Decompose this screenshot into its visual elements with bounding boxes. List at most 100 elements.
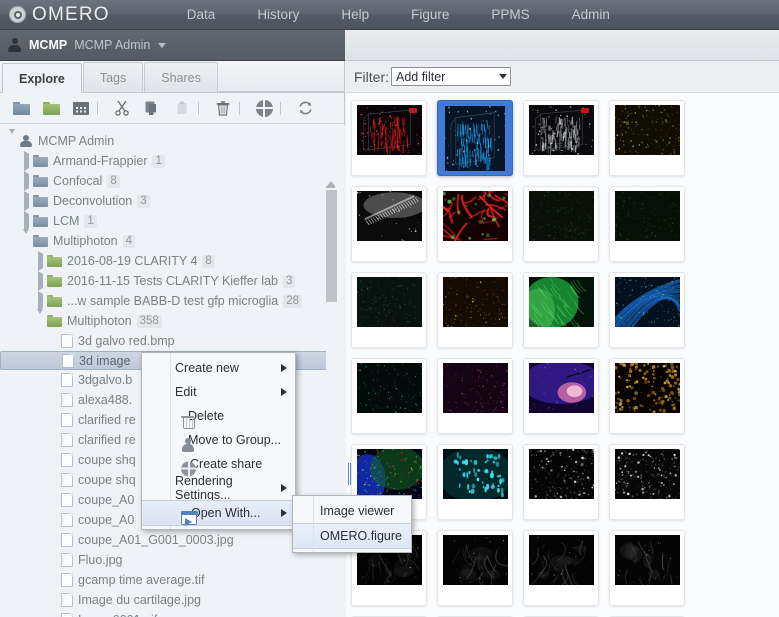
tree-expander-collapsed[interactable]	[34, 251, 47, 271]
thumbnail-image	[528, 191, 594, 241]
expand-arrow-icon[interactable]	[38, 251, 43, 271]
tree-item[interactable]: Fluo.jpg	[0, 550, 345, 570]
group-user-bar[interactable]: MCMP MCMP Admin	[0, 30, 345, 61]
chevron-down-icon[interactable]	[158, 42, 167, 48]
nav-item-data[interactable]: Data	[166, 0, 237, 30]
nav-item-admin[interactable]: Admin	[551, 0, 631, 30]
image-file-icon	[62, 353, 74, 368]
thumbnail-cell[interactable]	[523, 272, 599, 348]
tab-shares[interactable]: Shares	[144, 62, 218, 92]
thumbnail-cell[interactable]	[609, 444, 685, 520]
tree-item[interactable]: Image0001.oif	[0, 610, 345, 617]
thumbnail-cell[interactable]	[523, 358, 599, 434]
thumbnail-image	[614, 191, 680, 241]
tree-item[interactable]: ...w sample BABB-D test gfp microglia 28	[0, 291, 345, 311]
make-public-button[interactable]	[249, 95, 279, 121]
submenu-item-image-viewer[interactable]: Image viewer	[293, 499, 411, 523]
thumbnail-cell[interactable]	[351, 100, 427, 176]
submenu-item-omero-figure[interactable]: OMERO.figure	[293, 523, 411, 549]
tree-expander-expanded[interactable]	[6, 129, 19, 148]
tree-item[interactable]: 2016-08-19 CLARITY 4 8	[0, 251, 345, 271]
menu-item-move-to-group[interactable]: Move to Group...	[142, 428, 295, 452]
menu-label: Create new	[175, 361, 239, 375]
tree-item[interactable]: Multiphoton 4	[0, 229, 345, 251]
tree-item[interactable]: gcamp time average.tif	[0, 570, 345, 590]
tree-item[interactable]: Multiphoton 358	[0, 309, 345, 331]
tree-expander-expanded[interactable]	[20, 229, 33, 248]
tab-tags[interactable]: Tags	[82, 62, 144, 92]
thumbnail-cell[interactable]	[437, 272, 513, 348]
thumbnail-cell[interactable]	[437, 444, 513, 520]
scrollbar-thumb[interactable]	[326, 190, 337, 302]
thumbnail-cell[interactable]	[609, 186, 685, 262]
tree-item[interactable]: LCM 1	[0, 211, 345, 231]
tree-expander-collapsed[interactable]	[34, 291, 47, 311]
tree-expander-collapsed[interactable]	[34, 271, 47, 291]
thumbnail-cell[interactable]	[351, 186, 427, 262]
thumbnail-cell[interactable]	[437, 530, 513, 606]
nav-item-history[interactable]: History	[236, 0, 320, 30]
blue-folder-icon	[33, 175, 48, 187]
collapse-arrow-icon[interactable]	[9, 129, 15, 148]
thumbnail-cell[interactable]	[523, 100, 599, 176]
thumbnail-cell[interactable]	[523, 186, 599, 262]
nav-item-figure[interactable]: Figure	[390, 0, 470, 30]
thumbnail-cell[interactable]	[437, 358, 513, 434]
cut-button[interactable]	[107, 95, 137, 121]
image-file-icon	[61, 373, 73, 387]
tab-explore[interactable]: Explore	[2, 63, 82, 93]
thumbnail-cell[interactable]	[437, 186, 513, 262]
nav-item-help[interactable]: Help	[320, 0, 390, 30]
tree-expander-expanded[interactable]	[34, 309, 47, 328]
menu-item-rendering-settings[interactable]: Rendering Settings...	[142, 474, 295, 502]
thumbnail-cell[interactable]	[609, 358, 685, 434]
new-screen-button[interactable]	[66, 95, 96, 121]
thumbnail-cell[interactable]	[609, 530, 685, 606]
tree-expander-collapsed[interactable]	[20, 191, 33, 211]
expand-arrow-icon[interactable]	[24, 151, 29, 171]
collapse-arrow-icon[interactable]	[23, 229, 29, 248]
tree-expander-collapsed[interactable]	[20, 211, 33, 231]
new-project-button[interactable]	[6, 95, 36, 121]
expand-arrow-icon[interactable]	[38, 291, 43, 311]
expand-arrow-icon[interactable]	[38, 271, 43, 291]
expand-arrow-icon[interactable]	[24, 211, 29, 231]
context-menu[interactable]: Create new Edit Delete Move to Group... …	[141, 352, 296, 530]
filter-label: Filter:	[354, 68, 389, 85]
thumbnail-cell[interactable]	[609, 272, 685, 348]
menu-item-delete[interactable]: Delete	[142, 404, 295, 429]
tree-expander-collapsed[interactable]	[20, 151, 33, 171]
thumbnail-cell[interactable]	[609, 100, 685, 176]
menu-item-edit[interactable]: Edit	[142, 380, 295, 404]
delete-button[interactable]	[208, 95, 238, 121]
tree-item[interactable]: Image du cartilage.jpg	[0, 590, 345, 610]
thumbnail-cell[interactable]	[351, 358, 427, 434]
nav-item-ppms[interactable]: PPMS	[470, 0, 550, 30]
tree-item[interactable]: MCMP Admin	[0, 129, 345, 151]
menu-item-open-with[interactable]: Open With...	[142, 500, 295, 526]
thumbnail-cell[interactable]	[523, 444, 599, 520]
open-with-submenu[interactable]: Image viewer OMERO.figure	[292, 495, 412, 553]
thumbnail-cell[interactable]	[351, 272, 427, 348]
refresh-button[interactable]	[290, 95, 320, 121]
expand-arrow-icon[interactable]	[24, 171, 29, 191]
add-filter-select[interactable]: Add filter	[391, 67, 511, 86]
menu-label: Rendering Settings...	[175, 474, 233, 502]
menu-item-create-new[interactable]: Create new	[142, 356, 295, 380]
copy-button[interactable]	[137, 95, 167, 121]
tree-item[interactable]: 2016-11-15 Tests CLARITY Kieffer lab 3	[0, 271, 345, 291]
tree-item[interactable]: Armand-Frappier 1	[0, 151, 345, 171]
tree-expander-collapsed[interactable]	[20, 171, 33, 191]
tree-item[interactable]: Deconvolution 3	[0, 191, 345, 211]
tree-item[interactable]: 3d galvo red.bmp	[0, 331, 345, 351]
collapse-arrow-icon[interactable]	[37, 309, 43, 328]
tree-item[interactable]: Confocal 8	[0, 171, 345, 191]
thumbnail-cell-selected[interactable]	[437, 100, 513, 176]
new-dataset-button[interactable]	[36, 95, 66, 121]
thumbnail-cell[interactable]	[523, 530, 599, 606]
expand-arrow-icon[interactable]	[24, 191, 29, 211]
menu-item-create-share[interactable]: Create share	[142, 452, 295, 476]
omero-logo[interactable]: OMERO	[0, 4, 110, 26]
thumbnail-image	[528, 277, 594, 327]
thumbnail-image	[528, 363, 594, 413]
